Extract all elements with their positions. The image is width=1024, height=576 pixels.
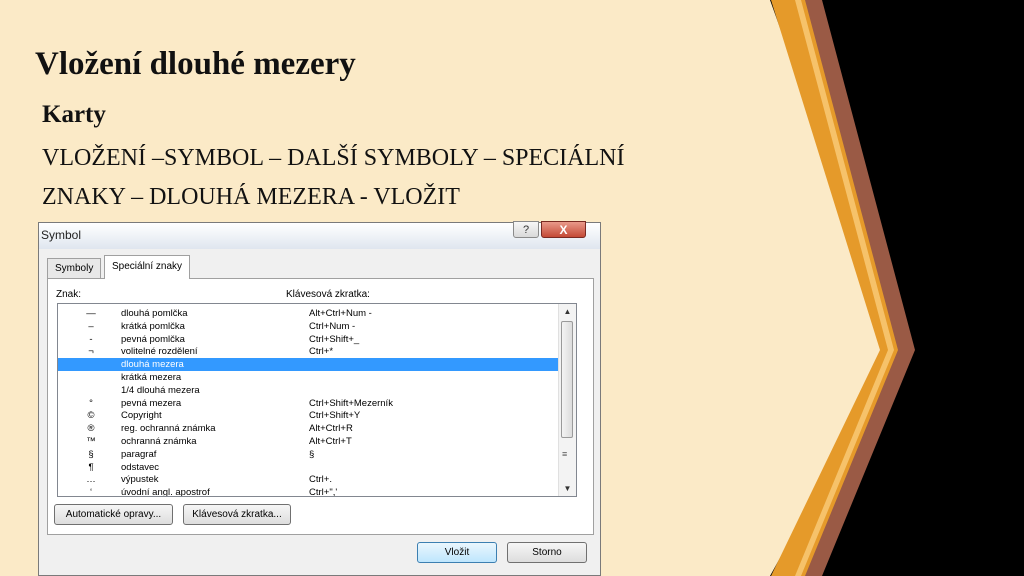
char-name: reg. ochranná známka	[121, 423, 216, 435]
list-item[interactable]: ‘ úvodní angl. apostrof Ctrl+",'	[58, 486, 559, 497]
char-shortcut: Ctrl+*	[309, 346, 334, 358]
char-name: dlouhá mezera	[121, 359, 184, 371]
list-item[interactable]: ¶ odstavec	[58, 461, 559, 474]
list-item[interactable]: — dlouhá pomlčka Alt+Ctrl+Num -	[58, 307, 559, 320]
insert-button[interactable]: Vložit	[417, 542, 497, 563]
char-symbol: -	[89, 333, 93, 345]
char-shortcut: Ctrl+",'	[309, 487, 338, 497]
scroll-up-icon[interactable]: ▲	[559, 304, 576, 319]
list-item[interactable]: ¬ volitelné rozdělení Ctrl+*	[58, 345, 559, 358]
scroll-grip-icon: ≡	[562, 449, 568, 459]
char-symbol: ™	[86, 436, 96, 447]
instruction-line-2: ZNAKY – DLOUHÁ MEZERA - VLOŽIT	[42, 184, 460, 210]
char-shortcut: §	[309, 448, 315, 460]
slide-subtitle: Karty	[42, 101, 106, 128]
char-shortcut: Ctrl+.	[309, 474, 332, 486]
char-name: dlouhá pomlčka	[121, 308, 188, 319]
column-header-shortcut: Klávesová zkratka:	[286, 289, 370, 300]
char-shortcut: Ctrl+Shift+_	[309, 333, 360, 345]
char-name: pevná pomlčka	[121, 333, 185, 345]
vertical-scrollbar[interactable]: ▲ ▼ ≡	[558, 304, 576, 496]
help-button[interactable]: ?	[513, 221, 539, 238]
list-item[interactable]: ™ ochranná známka Alt+Ctrl+T	[58, 435, 559, 448]
char-symbol: —	[86, 308, 96, 319]
char-symbol: ¬	[88, 346, 94, 358]
char-name: ochranná známka	[121, 436, 197, 447]
shortcut-key-button[interactable]: Klávesová zkratka...	[183, 504, 291, 525]
list-item[interactable]: © Copyright Ctrl+Shift+Y	[58, 409, 559, 422]
char-shortcut: Alt+Ctrl+Num -	[309, 308, 372, 319]
tab-panel: Znak: Klávesová zkratka: — dlouhá pomlčka…	[47, 278, 594, 535]
char-name: krátká mezera	[121, 372, 182, 383]
char-shortcut: Alt+Ctrl+R	[309, 423, 353, 435]
char-symbol: …	[86, 474, 96, 486]
char-symbol: ®	[87, 423, 95, 435]
char-symbol: §	[88, 448, 94, 460]
list-item[interactable]: - pevná pomlčka Ctrl+Shift+_	[58, 333, 559, 346]
char-shortcut: Ctrl+Shift+Mezerník	[309, 397, 393, 409]
char-symbol: ©	[87, 410, 95, 422]
cancel-button[interactable]: Storno	[507, 542, 587, 563]
char-symbol: °	[89, 397, 93, 409]
char-symbol: –	[88, 320, 94, 332]
scroll-down-icon[interactable]: ▼	[559, 481, 576, 496]
char-name: pevná mezera	[121, 397, 182, 409]
instruction-line-1: VLOŽENÍ –SYMBOL – DALŠÍ SYMBOLY – SPECIÁ…	[42, 145, 625, 171]
dialog-title: Symbol	[41, 228, 82, 242]
dialog-titlebar: Symbol ? X	[39, 221, 600, 249]
char-name: krátká pomlčka	[121, 320, 185, 332]
tab-special-characters[interactable]: Speciální znaky	[104, 255, 191, 279]
char-name: paragraf	[121, 448, 157, 460]
list-item[interactable]: – krátká pomlčka Ctrl+Num -	[58, 320, 559, 333]
slide-title: Vložení dlouhé mezery	[35, 46, 356, 82]
column-header-char: Znak:	[56, 289, 82, 300]
char-shortcut: Alt+Ctrl+T	[309, 436, 352, 447]
scroll-thumb[interactable]	[561, 321, 573, 438]
special-characters-list[interactable]: — dlouhá pomlčka Alt+Ctrl+Num - – krátká pom…	[57, 303, 577, 497]
autocorrect-button[interactable]: Automatické opravy...	[54, 504, 173, 525]
tab-symboly[interactable]: Symboly	[47, 258, 102, 278]
list-item[interactable]: krátká mezera	[58, 371, 559, 384]
close-button[interactable]: X	[541, 221, 586, 238]
char-name: 1/4 dlouhá mezera	[121, 384, 200, 396]
char-name: Copyright	[121, 410, 162, 422]
char-symbol: ‘	[89, 487, 93, 497]
list-item[interactable]: § paragraf §	[58, 448, 559, 461]
char-shortcut: Ctrl+Shift+Y	[309, 410, 361, 422]
char-name: odstavec	[121, 461, 160, 473]
char-name: volitelné rozdělení	[121, 346, 198, 358]
char-name: úvodní angl. apostrof	[121, 487, 210, 497]
list-item[interactable]: 1/4 dlouhá mezera	[58, 384, 559, 397]
symbol-dialog: Symbol ? X Symboly Speciální znaky Znak:…	[38, 221, 601, 576]
list-item[interactable]: … výpustek Ctrl+.	[58, 473, 559, 486]
char-shortcut: Ctrl+Num -	[309, 320, 356, 332]
list-item[interactable]: ° pevná mezera Ctrl+Shift+Mezerník	[58, 397, 559, 410]
char-name: výpustek	[121, 474, 159, 486]
char-symbol: ¶	[88, 461, 94, 473]
list-item[interactable]: dlouhá mezera	[58, 358, 559, 372]
list-item[interactable]: ® reg. ochranná známka Alt+Ctrl+R	[58, 422, 559, 435]
